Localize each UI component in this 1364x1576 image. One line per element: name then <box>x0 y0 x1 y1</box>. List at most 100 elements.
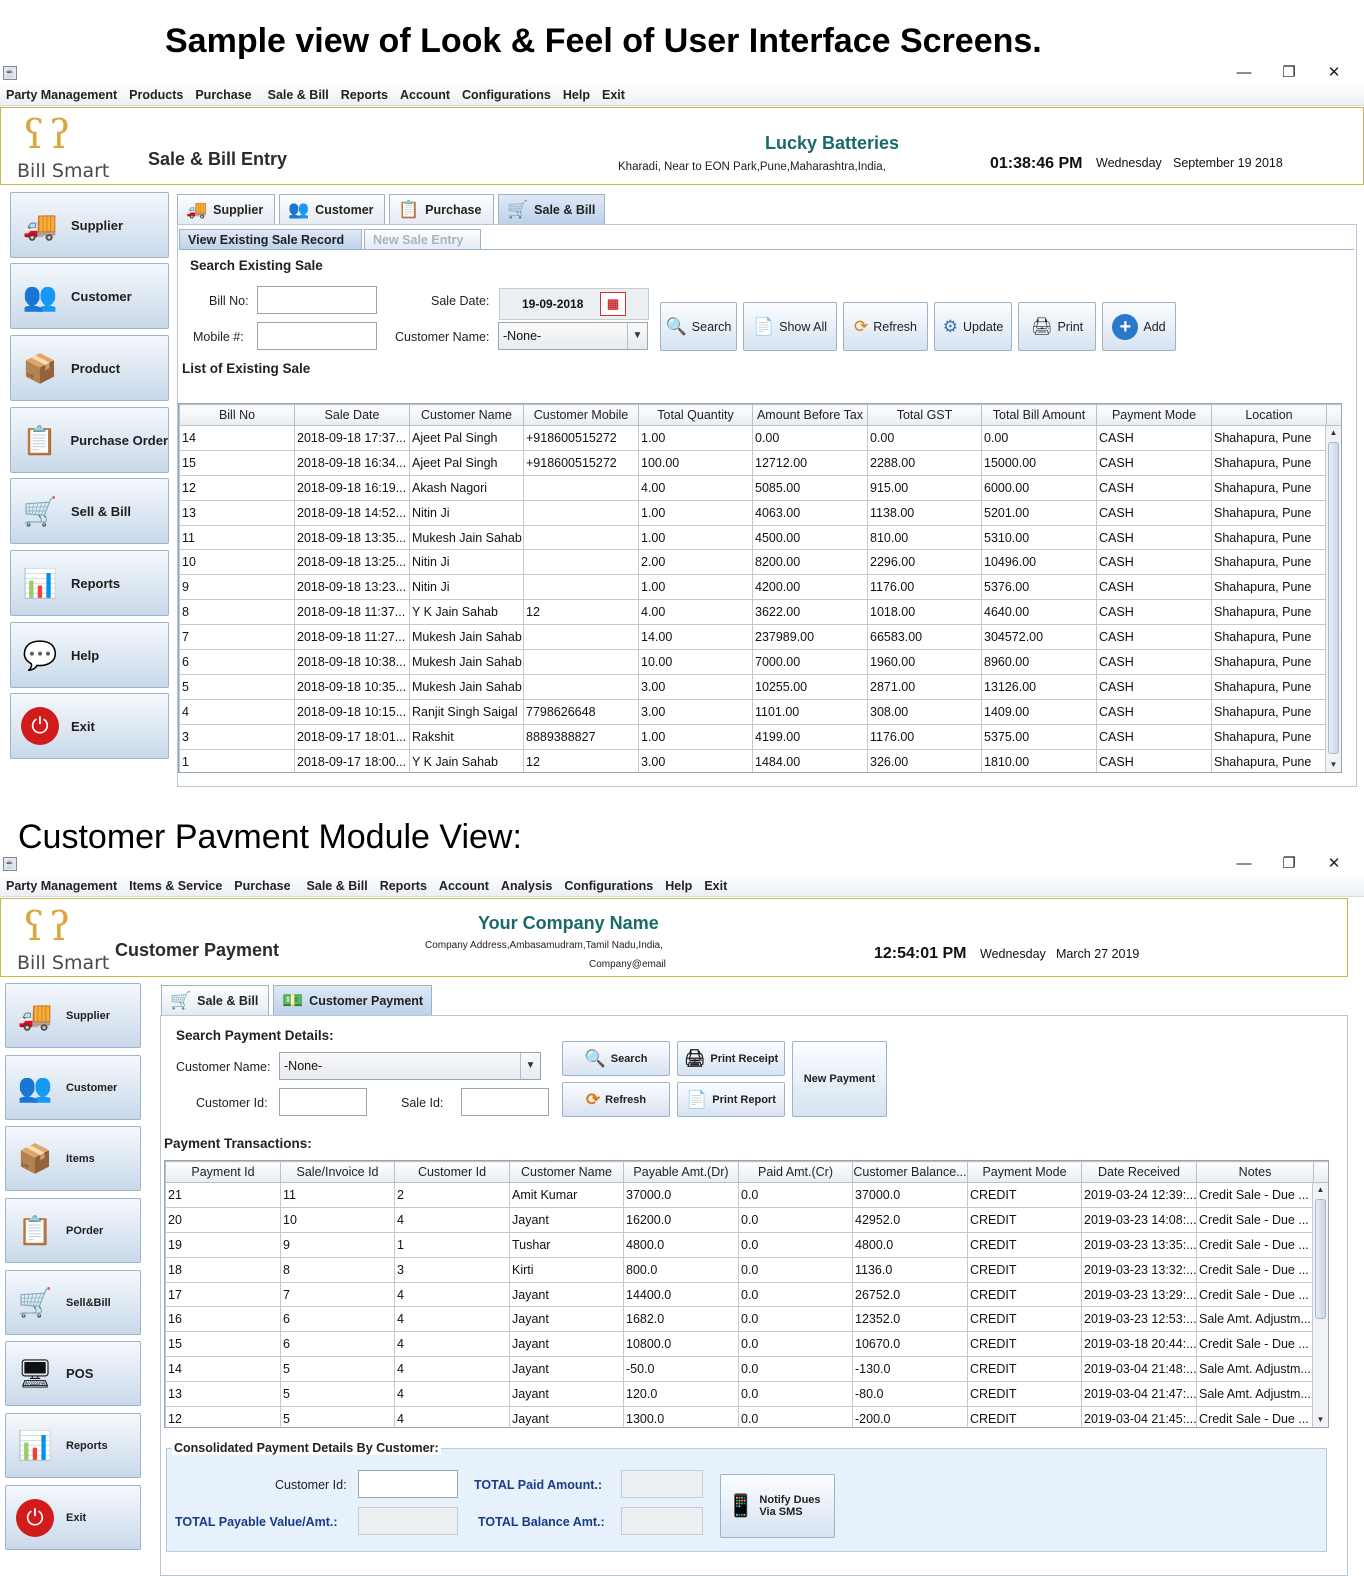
table-row[interactable]: 16 6 4 Jayant 1682.0 0.0 12352.0 CREDIT 2019-03-… <box>165 1306 1329 1333</box>
table-row[interactable]: 3 2018-09-17 18:01... Rakshit 8889388827 1.0… <box>179 723 1342 750</box>
column-header[interactable]: Customer Balance... <box>852 1161 968 1183</box>
menu-configurations[interactable]: Configurations <box>564 879 653 893</box>
add-button[interactable]: + Add <box>1102 302 1176 351</box>
menu-exit[interactable]: Exit <box>704 879 727 893</box>
column-header[interactable]: Payment Mode <box>1096 404 1212 426</box>
sidebar-exit[interactable]: ⏻ Exit <box>10 693 169 759</box>
print-report-button[interactable]: 📄 Print Report <box>677 1082 785 1117</box>
sidebar-porder[interactable]: 📋 POrder <box>5 1198 141 1263</box>
table-row[interactable]: 1 2018-09-17 18:00... Y K Jain Sahab 12 3.00… <box>179 748 1342 772</box>
menu-exit[interactable]: Exit <box>602 88 625 102</box>
sidebar-sell-bill[interactable]: 🛒 Sell & Bill <box>10 478 169 544</box>
table-row[interactable]: 18 8 3 Kirti 800.0 0.0 1136.0 CREDIT 2019-03-23 … <box>165 1256 1329 1283</box>
notify-dues-sms-button[interactable]: 📱 Notify Dues Via SMS <box>720 1474 835 1538</box>
column-header[interactable]: Customer Mobile <box>523 404 639 426</box>
menu-party-management[interactable]: Party Management <box>6 88 117 102</box>
sidebar-pos[interactable]: 🖥 POS <box>5 1341 141 1406</box>
column-header[interactable]: Amount Before Tax <box>752 404 868 426</box>
search-button[interactable]: 🔍 Search <box>660 302 737 351</box>
table-row[interactable]: 10 2018-09-18 13:25... Nitin Ji 2.00 8200.00… <box>179 549 1342 576</box>
column-header[interactable]: Sale/Invoice Id <box>280 1161 395 1183</box>
table-row[interactable]: 6 2018-09-18 10:38... Mukesh Jain Sahab 10.… <box>179 649 1342 675</box>
sale-id-input[interactable] <box>461 1088 549 1116</box>
table-scrollbar[interactable]: ▲ ▼ <box>1312 1183 1328 1427</box>
menu-party-management[interactable]: Party Management <box>6 879 117 893</box>
table-row[interactable]: 21 11 2 Amit Kumar 37000.0 0.0 37000.0 CREDIT 20… <box>165 1182 1329 1208</box>
sidebar-supplier[interactable]: 🚚 Supplier <box>5 983 141 1048</box>
column-header[interactable]: Paid Amt.(Cr) <box>738 1161 853 1183</box>
menu-help[interactable]: Help <box>665 879 692 893</box>
scroll-up-icon[interactable]: ▲ <box>1326 426 1341 440</box>
bill-no-input[interactable] <box>257 286 377 314</box>
table-row[interactable]: 7 2018-09-18 11:27... Mukesh Jain Sahab 14.… <box>179 624 1342 651</box>
column-header[interactable]: Total Quantity <box>638 404 753 426</box>
column-header[interactable]: Customer Id <box>394 1161 510 1183</box>
table-row[interactable]: 17 7 4 Jayant 14400.0 0.0 26752.0 CREDIT 2019-03… <box>165 1281 1329 1308</box>
table-row[interactable]: 12 2018-09-18 16:19... Akash Nagori 4.00 508… <box>179 474 1342 501</box>
column-header[interactable]: Date Received <box>1081 1161 1197 1183</box>
print-receipt-button[interactable]: 🖨 Print Receipt <box>677 1041 785 1076</box>
column-header[interactable]: Payable Amt.(Dr) <box>623 1161 739 1183</box>
menu-help[interactable]: Help <box>563 88 590 102</box>
table-row[interactable]: 5 2018-09-18 10:35... Mukesh Jain Sahab 3.0… <box>179 673 1342 700</box>
customer-name-select[interactable]: -None- ▼ <box>498 322 648 350</box>
menu-reports[interactable]: Reports <box>341 88 388 102</box>
mobile-input[interactable] <box>257 322 377 350</box>
minimize-button[interactable]: — <box>1229 62 1259 84</box>
sidebar-sell-bill[interactable]: 🛒 Sell&Bill <box>5 1270 141 1335</box>
menu-sale-bill[interactable]: Sale & Bill <box>268 88 329 102</box>
scroll-thumb[interactable] <box>1315 1199 1326 1319</box>
sidebar-purchase-order[interactable]: 📋 Purchase Order <box>10 407 169 473</box>
refresh-button[interactable]: ⟳ Refresh <box>843 302 928 351</box>
menu-purchase[interactable]: Purchase <box>234 879 290 893</box>
column-header[interactable]: Bill No <box>179 404 295 426</box>
update-button[interactable]: ⚙ Update <box>934 302 1012 351</box>
column-header[interactable]: Total Bill Amount <box>981 404 1097 426</box>
sidebar-product[interactable]: 📦 Product <box>10 335 169 401</box>
tab-sale-bill[interactable]: 🛒 Sale & Bill <box>161 985 269 1015</box>
table-row[interactable]: 14 2018-09-18 17:37... Ajeet Pal Singh +918… <box>179 425 1342 451</box>
tab-supplier[interactable]: 🚚 Supplier <box>177 194 275 224</box>
sidebar-help[interactable]: 💬 Help <box>10 622 169 688</box>
table-row[interactable]: 15 6 4 Jayant 10800.0 0.0 10670.0 CREDIT 2019-03… <box>165 1331 1329 1358</box>
table-row[interactable]: 15 2018-09-18 16:34... Ajeet Pal Singh +918… <box>179 449 1342 476</box>
menu-configurations[interactable]: Configurations <box>462 88 551 102</box>
show-all-button[interactable]: 📄 Show All <box>743 302 837 351</box>
minimize-button[interactable]: — <box>1229 853 1259 875</box>
sidebar-customer[interactable]: 👥 Customer <box>10 263 169 329</box>
table-scrollbar[interactable]: ▲ ▼ <box>1325 426 1341 772</box>
sidebar-supplier[interactable]: 🚚 Supplier <box>10 192 169 258</box>
restore-button[interactable]: ❐ <box>1274 62 1304 84</box>
column-header[interactable]: Customer Name <box>509 1161 624 1183</box>
menu-products[interactable]: Products <box>129 88 183 102</box>
column-header[interactable]: Total GST <box>867 404 982 426</box>
table-row[interactable]: 19 9 1 Tushar 4800.0 0.0 4800.0 CREDIT 2019-03-2… <box>165 1231 1329 1258</box>
scroll-down-icon[interactable]: ▼ <box>1313 1413 1328 1427</box>
sidebar-customer[interactable]: 👥 Customer <box>5 1055 141 1120</box>
tab-customer[interactable]: 👥 Customer <box>279 194 385 224</box>
menu-items-service[interactable]: Items & Service <box>129 879 222 893</box>
sidebar-exit[interactable]: ⏻ Exit <box>5 1485 141 1550</box>
close-button[interactable]: ✕ <box>1319 62 1349 84</box>
table-row[interactable]: 11 2018-09-18 13:35... Mukesh Jain Sahab 1.… <box>179 524 1342 551</box>
table-row[interactable]: 4 2018-09-18 10:15... Ranjit Singh Saigal 7… <box>179 698 1342 725</box>
column-header[interactable]: Customer Name <box>409 404 524 426</box>
subtab-view-existing-sale[interactable]: View Existing Sale Record <box>179 229 362 249</box>
search-button[interactable]: 🔍 Search <box>562 1041 670 1076</box>
sidebar-reports[interactable]: 📊 Reports <box>10 550 169 616</box>
table-row[interactable]: 12 5 4 Jayant 1300.0 0.0 -200.0 CREDIT 2019-03-0… <box>165 1406 1329 1427</box>
scroll-down-icon[interactable]: ▼ <box>1326 758 1341 772</box>
refresh-button[interactable]: ⟳ Refresh <box>562 1082 670 1117</box>
customer-name-select[interactable]: -None- ▼ <box>279 1052 541 1080</box>
table-row[interactable]: 8 2018-09-18 11:37... Y K Jain Sahab 12 4.00… <box>179 599 1342 626</box>
tab-sale-bill[interactable]: 🛒 Sale & Bill <box>498 194 605 224</box>
restore-button[interactable]: ❐ <box>1274 853 1304 875</box>
table-row[interactable]: 13 2018-09-18 14:52... Nitin Ji 1.00 4063.00… <box>179 499 1342 526</box>
sale-date-field[interactable]: 19-09-2018 ▦ <box>499 288 649 320</box>
customer-id-input[interactable] <box>279 1088 367 1116</box>
menu-reports[interactable]: Reports <box>380 879 427 893</box>
menu-account[interactable]: Account <box>400 88 450 102</box>
menu-account[interactable]: Account <box>439 879 489 893</box>
sidebar-reports[interactable]: 📊 Reports <box>5 1413 141 1478</box>
new-payment-button[interactable]: New Payment <box>792 1041 887 1117</box>
